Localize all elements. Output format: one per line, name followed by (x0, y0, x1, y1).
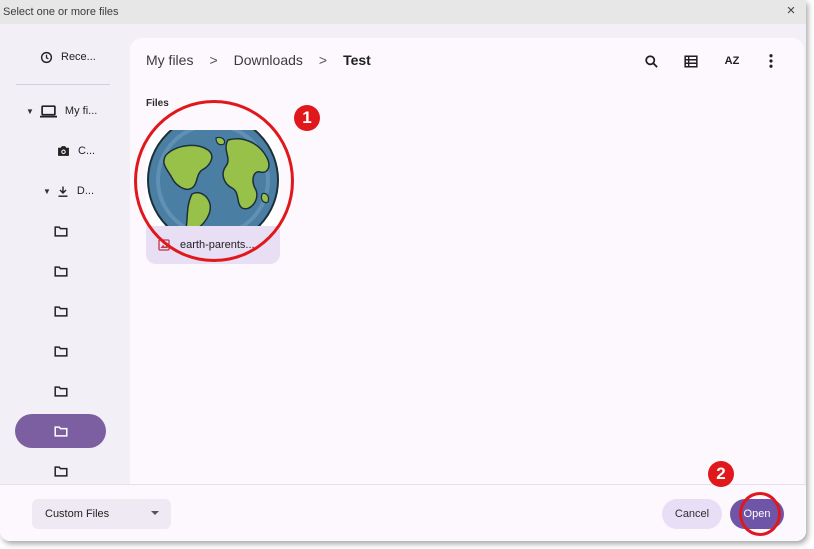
sort-icon: AZ (724, 55, 740, 67)
open-button[interactable]: Open (730, 499, 784, 529)
globe-image (147, 130, 279, 226)
file-name: earth-parents... (180, 239, 255, 251)
file-type-value: Custom Files (45, 508, 110, 520)
dialog-title: Select one or more files (3, 6, 119, 18)
search-button[interactable] (640, 50, 662, 72)
folder-icon (53, 305, 68, 317)
breadcrumb-separator: > (209, 52, 218, 68)
camera-icon (58, 146, 69, 156)
sidebar-folder[interactable] (15, 294, 106, 328)
files-section-label: Files (146, 98, 169, 109)
sidebar-folder[interactable] (15, 254, 106, 288)
file-tile[interactable]: earth-parents... (146, 130, 280, 264)
list-view-button[interactable] (680, 50, 702, 72)
file-thumbnail (146, 130, 280, 226)
breadcrumb: My files > Downloads > Test (146, 52, 371, 68)
annotation-badge-1: 1 (294, 105, 320, 131)
title-bar: Select one or more files × (0, 0, 806, 24)
more-options-button[interactable] (760, 50, 782, 72)
sidebar: Rece... ▼ My fi... C... ▼ D... (0, 24, 126, 484)
breadcrumb-separator: > (318, 52, 328, 68)
folder-icon (53, 425, 68, 437)
breadcrumb-downloads[interactable]: Downloads (234, 52, 303, 68)
laptop-icon (39, 104, 57, 118)
folder-icon (53, 465, 68, 477)
sidebar-item-label: Rece... (61, 51, 96, 63)
sidebar-item-label: My fi... (64, 105, 98, 117)
folder-icon (53, 385, 68, 397)
sidebar-item-camera[interactable]: C... (57, 134, 95, 168)
sort-button[interactable]: AZ (721, 50, 743, 72)
image-file-icon (158, 239, 170, 251)
more-vert-icon (769, 54, 773, 68)
sidebar-folder-selected[interactable] (15, 414, 106, 448)
sidebar-item-recent[interactable]: Rece... (40, 40, 96, 74)
file-type-select[interactable]: Custom Files (32, 499, 171, 529)
sidebar-item-label: D... (76, 185, 95, 197)
folder-icon (53, 345, 68, 357)
close-button[interactable]: × (782, 2, 800, 20)
folder-icon (53, 225, 68, 237)
sidebar-folder[interactable] (15, 214, 106, 248)
file-name-row: earth-parents... (146, 226, 280, 264)
sidebar-item-my-files[interactable]: ▼ My fi... (26, 94, 97, 128)
annotation-badge-2: 2 (708, 461, 734, 487)
dropdown-arrow-icon (151, 511, 159, 515)
sidebar-folder[interactable] (15, 334, 106, 368)
download-icon (58, 186, 68, 197)
file-picker-dialog: Select one or more files × Rece... ▼ My … (0, 0, 806, 541)
clock-icon (40, 51, 53, 63)
sidebar-item-downloads[interactable]: ▼ D... (43, 174, 94, 208)
sidebar-divider (16, 84, 110, 85)
list-view-icon (684, 54, 698, 68)
search-icon (644, 54, 658, 68)
dialog-footer: Custom Files Cancel Open 2 (0, 461, 806, 541)
folder-icon (53, 265, 68, 277)
breadcrumb-my-files[interactable]: My files (146, 52, 193, 68)
breadcrumb-test[interactable]: Test (343, 52, 371, 68)
file-list-pane: My files > Downloads > Test AZ Files ear… (130, 38, 804, 484)
cancel-button[interactable]: Cancel (662, 499, 722, 529)
sidebar-folder[interactable] (15, 374, 106, 408)
sidebar-folder[interactable] (15, 454, 106, 488)
caret-down-icon[interactable]: ▼ (43, 187, 51, 196)
caret-down-icon[interactable]: ▼ (26, 107, 34, 116)
sidebar-item-label: C... (78, 145, 96, 157)
